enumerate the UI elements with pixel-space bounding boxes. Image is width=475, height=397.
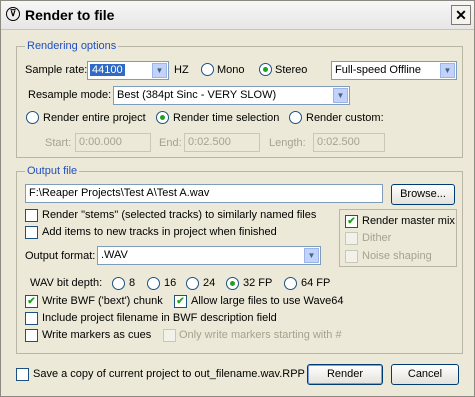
render-custom-radio[interactable] xyxy=(289,111,302,124)
resample-mode-select[interactable]: Best (384pt Sinc - VERY SLOW) ▼ xyxy=(113,86,350,105)
allow-wave64-label[interactable]: Allow large files to use Wave64 xyxy=(191,295,343,307)
output-format-label: Output format: xyxy=(25,250,96,262)
only-markers-label: Only write markers starting with # xyxy=(179,329,342,341)
dither-label: Dither xyxy=(362,232,392,244)
noise-shaping-checkbox[interactable] xyxy=(345,250,358,263)
mono-radio[interactable] xyxy=(201,63,214,76)
reaper-logo-icon: ⊽ xyxy=(6,7,20,21)
title-bar[interactable]: ⊽ Render to file ✕ xyxy=(1,1,474,30)
bitdepth-32fp-radio[interactable] xyxy=(226,277,239,290)
write-bwf-checkbox[interactable]: ✔ xyxy=(25,295,38,308)
browse-button[interactable]: Browse... xyxy=(391,184,455,205)
resample-label: Resample mode: xyxy=(28,89,112,101)
output-path-field[interactable]: F:\Reaper Projects\Test A\Test A.wav xyxy=(25,184,383,203)
bitdepth-24-radio[interactable] xyxy=(186,277,199,290)
speed-mode-value: Full-speed Offline xyxy=(335,64,422,76)
write-markers-label[interactable]: Write markers as cues xyxy=(42,329,151,341)
sample-rate-label: Sample rate: xyxy=(25,64,88,76)
stereo-label[interactable]: Stereo xyxy=(275,64,307,76)
output-file-title: Output file xyxy=(25,165,80,177)
write-markers-checkbox[interactable] xyxy=(25,329,38,342)
save-copy-label[interactable]: Save a copy of current project to out_fi… xyxy=(33,368,305,380)
bitdepth-16-label[interactable]: 16 xyxy=(164,277,176,289)
stereo-radio[interactable] xyxy=(259,63,272,76)
bitdepth-64fp-radio[interactable] xyxy=(284,277,297,290)
save-copy-checkbox[interactable] xyxy=(16,368,29,381)
rendering-options-title: Rendering options xyxy=(25,40,119,52)
render-master-checkbox[interactable]: ✔ xyxy=(345,215,358,228)
bitdepth-8-radio[interactable] xyxy=(112,277,125,290)
render-stems-label[interactable]: Render "stems" (selected tracks) to simi… xyxy=(42,209,316,221)
window-title: Render to file xyxy=(25,7,115,23)
bitdepth-8-label[interactable]: 8 xyxy=(129,277,135,289)
output-format-value: .WAV xyxy=(101,249,128,261)
resample-mode-value: Best (384pt Sinc - VERY SLOW) xyxy=(117,89,277,101)
render-dialog: ⊽ Render to file ✕ Rendering options Sam… xyxy=(0,0,475,397)
render-custom-label[interactable]: Render custom: xyxy=(306,112,384,124)
start-field[interactable]: 0:00.000 xyxy=(75,133,151,152)
chevron-down-icon[interactable]: ▼ xyxy=(152,63,167,78)
render-stems-checkbox[interactable] xyxy=(25,209,38,222)
length-label: Length: xyxy=(269,137,306,149)
bit-depth-label: WAV bit depth: xyxy=(30,277,103,289)
write-bwf-label[interactable]: Write BWF ('bext') chunk xyxy=(42,295,163,307)
render-time-selection-label[interactable]: Render time selection xyxy=(173,112,279,124)
hz-label: HZ xyxy=(174,64,189,76)
render-master-label[interactable]: Render master mix xyxy=(362,215,455,227)
add-items-checkbox[interactable] xyxy=(25,226,38,239)
speed-mode-select[interactable]: Full-speed Offline ▼ xyxy=(331,61,457,80)
close-button[interactable]: ✕ xyxy=(451,5,471,25)
bitdepth-16-radio[interactable] xyxy=(147,277,160,290)
only-markers-checkbox[interactable] xyxy=(163,329,176,342)
render-entire-label[interactable]: Render entire project xyxy=(43,112,146,124)
cancel-button[interactable]: Cancel xyxy=(391,364,459,385)
bitdepth-24-label[interactable]: 24 xyxy=(203,277,215,289)
sample-rate-combo[interactable]: 44100 ▼ xyxy=(87,61,169,80)
chevron-down-icon[interactable]: ▼ xyxy=(333,88,348,103)
include-filename-label[interactable]: Include project filename in BWF descript… xyxy=(42,312,277,324)
chevron-down-icon[interactable]: ▼ xyxy=(304,248,319,263)
start-label: Start: xyxy=(45,137,72,149)
dither-checkbox[interactable] xyxy=(345,232,358,245)
include-filename-checkbox[interactable] xyxy=(25,312,38,325)
add-items-label[interactable]: Add items to new tracks in project when … xyxy=(42,226,277,238)
bitdepth-64fp-label[interactable]: 64 FP xyxy=(301,277,330,289)
chevron-down-icon[interactable]: ▼ xyxy=(440,63,455,78)
noise-shaping-label: Noise shaping xyxy=(362,250,432,262)
output-format-select[interactable]: .WAV ▼ xyxy=(97,246,321,265)
render-time-selection-radio[interactable] xyxy=(156,111,169,124)
render-button[interactable]: Render xyxy=(307,364,383,385)
sample-rate-value: 44100 xyxy=(90,64,125,76)
bitdepth-32fp-label[interactable]: 32 FP xyxy=(243,277,272,289)
end-label: End: xyxy=(159,137,182,149)
length-field[interactable]: 0:02.500 xyxy=(313,133,385,152)
render-entire-radio[interactable] xyxy=(26,111,39,124)
end-field[interactable]: 0:02.500 xyxy=(184,133,260,152)
allow-wave64-checkbox[interactable]: ✔ xyxy=(174,295,187,308)
mono-label[interactable]: Mono xyxy=(217,64,245,76)
